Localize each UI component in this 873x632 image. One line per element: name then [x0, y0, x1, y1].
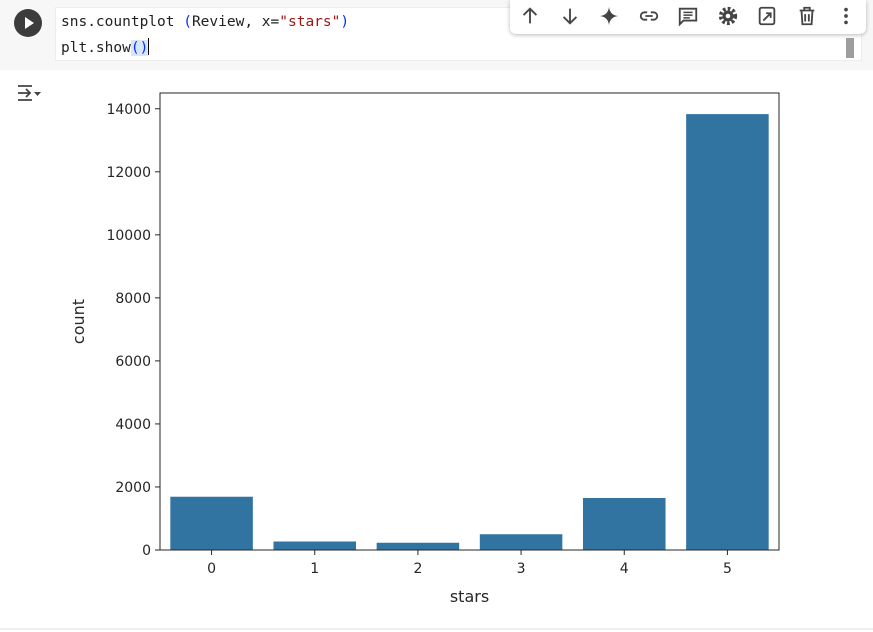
code-args: Review, x= [191, 14, 280, 30]
bar-3 [479, 534, 563, 550]
y-tick-label: 2000 [115, 480, 151, 496]
code-string: "stars" [279, 14, 341, 30]
x-tick-label: 1 [310, 561, 319, 577]
y-axis-label: count [69, 299, 88, 344]
y-tick-label: 0 [142, 543, 151, 559]
gemini-button[interactable] [594, 2, 624, 30]
x-tick-label: 3 [517, 561, 526, 577]
copy-link-button[interactable] [634, 2, 664, 30]
bar-0 [170, 496, 253, 550]
code-parens-2: () [130, 40, 149, 56]
trash-icon [799, 6, 815, 26]
sparkle-icon [599, 6, 619, 26]
arrow-down-icon [562, 8, 578, 25]
x-tick-label: 0 [207, 561, 216, 577]
delete-cell-button[interactable] [792, 2, 822, 30]
code-paren-open: ( [183, 14, 192, 30]
settings-button[interactable] [713, 2, 743, 30]
output-toggle-button[interactable] [16, 82, 42, 104]
comment-button[interactable] [673, 2, 703, 30]
x-tick-label: 5 [723, 561, 732, 577]
mirror-cell-button[interactable] [752, 2, 782, 30]
run-cell-button[interactable] [14, 9, 42, 37]
text-caret [148, 38, 150, 55]
editor-scrollbar[interactable] [846, 38, 854, 58]
cell-toolbar [510, 0, 866, 34]
arrow-up-icon [522, 7, 538, 24]
y-tick-label: 4000 [115, 417, 151, 433]
bars-group [170, 114, 769, 550]
more-vert-icon [844, 7, 848, 25]
comment-icon [678, 7, 698, 27]
x-tick-label: 4 [620, 561, 629, 577]
y-tick-label: 12000 [106, 165, 151, 181]
y-tick-label: 10000 [106, 228, 151, 244]
bar-2 [376, 542, 460, 550]
output-collapse-icon [18, 85, 41, 101]
y-tick-label: 8000 [115, 291, 151, 307]
more-actions-button[interactable] [831, 2, 861, 30]
x-tick-label: 2 [413, 561, 422, 577]
bar-4 [582, 497, 666, 550]
gear-icon [718, 6, 738, 26]
y-tick-label: 14000 [106, 102, 151, 118]
code-line-1: sns.countplot (Review, x="stars") [61, 14, 349, 30]
bar-1 [273, 541, 357, 550]
mirror-cell-icon [758, 6, 776, 26]
x-axis-label: stars [450, 587, 489, 606]
bar-5 [686, 114, 769, 550]
cell-divider [0, 628, 873, 630]
code-fn-2: plt.show [61, 40, 131, 56]
x-axis-ticks: 0 1 2 3 4 5 [207, 550, 732, 577]
link-icon [639, 11, 659, 21]
y-tick-label: 6000 [115, 354, 151, 370]
code-fn: sns.countplot [61, 14, 184, 30]
code-paren-close: ) [340, 14, 350, 30]
y-axis-ticks: 0 2000 4000 6000 8000 10000 12000 14000 [106, 102, 160, 559]
move-down-button[interactable] [555, 2, 585, 30]
code-line-2: plt.show() [61, 38, 150, 56]
move-up-button[interactable] [515, 2, 545, 30]
countplot-chart: 02000400060008000100001200014000 012345 … [69, 92, 780, 606]
